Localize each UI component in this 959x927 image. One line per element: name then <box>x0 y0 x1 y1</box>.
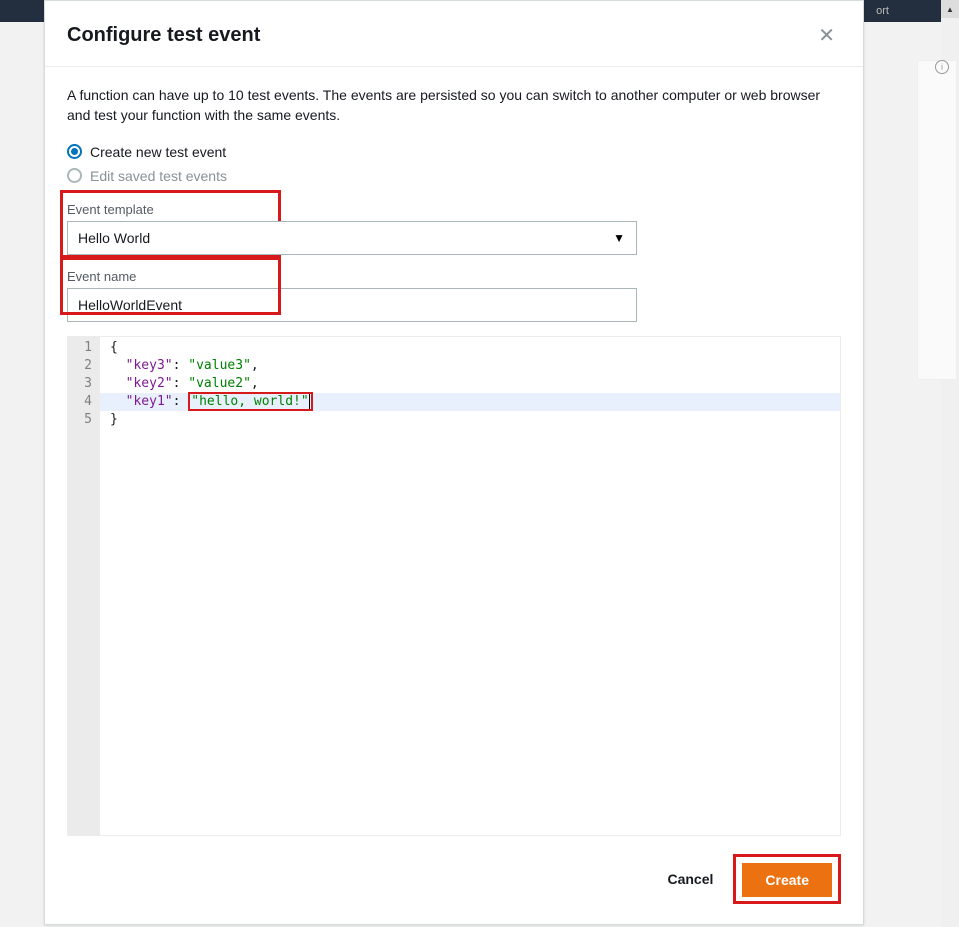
info-icon: i <box>935 60 949 74</box>
line-number: 4 <box>74 393 92 411</box>
code-line-2: "key3": "value3", <box>100 357 840 375</box>
event-template-value[interactable] <box>67 221 637 255</box>
event-template-select[interactable]: ▼ <box>67 221 637 255</box>
radio-create-label: Create new test event <box>90 144 226 160</box>
event-template-field: Event template ▼ <box>67 202 841 255</box>
background-panel <box>917 60 957 380</box>
code-line-4: "key1": "hello, world!" <box>100 393 840 411</box>
event-name-field: Event name <box>67 269 841 322</box>
annotation-highlight-create: Create <box>733 854 841 904</box>
line-number: 1 <box>74 339 92 357</box>
code-line-5: } <box>100 411 840 429</box>
modal-header: Configure test event ✕ <box>45 1 863 67</box>
modal-body: A function can have up to 10 test events… <box>45 67 863 840</box>
nav-fragment: ort <box>876 0 889 22</box>
scrollbar-up-icon[interactable]: ▲ <box>941 0 959 18</box>
modal-title: Configure test event <box>67 24 260 47</box>
radio-edit-saved[interactable]: Edit saved test events <box>67 164 841 188</box>
event-name-input[interactable] <box>67 288 637 322</box>
json-code-editor[interactable]: 1 2 3 4 5 { "key3": "value3", "key2": "v… <box>67 336 841 836</box>
line-number: 2 <box>74 357 92 375</box>
cancel-button[interactable]: Cancel <box>657 863 723 895</box>
code-line-1: { <box>100 339 840 357</box>
close-icon[interactable]: ✕ <box>812 19 841 52</box>
event-name-label: Event name <box>67 269 841 284</box>
configure-test-event-modal: Configure test event ✕ A function can ha… <box>44 0 864 925</box>
radio-icon[interactable] <box>67 168 82 183</box>
line-number: 3 <box>74 375 92 393</box>
event-mode-radio-group: Create new test event Edit saved test ev… <box>67 140 841 188</box>
radio-icon[interactable] <box>67 144 82 159</box>
radio-create-new[interactable]: Create new test event <box>67 140 841 164</box>
create-button[interactable]: Create <box>742 863 832 897</box>
annotation-highlight-value: "hello, world!" <box>188 392 312 411</box>
code-content[interactable]: { "key3": "value3", "key2": "value2", "k… <box>100 337 840 835</box>
radio-edit-label: Edit saved test events <box>90 168 227 184</box>
code-gutter: 1 2 3 4 5 <box>68 337 100 835</box>
modal-description: A function can have up to 10 test events… <box>67 85 841 126</box>
event-template-label: Event template <box>67 202 841 217</box>
modal-footer: Cancel Create <box>45 840 863 924</box>
code-line-3: "key2": "value2", <box>100 375 840 393</box>
line-number: 5 <box>74 411 92 429</box>
